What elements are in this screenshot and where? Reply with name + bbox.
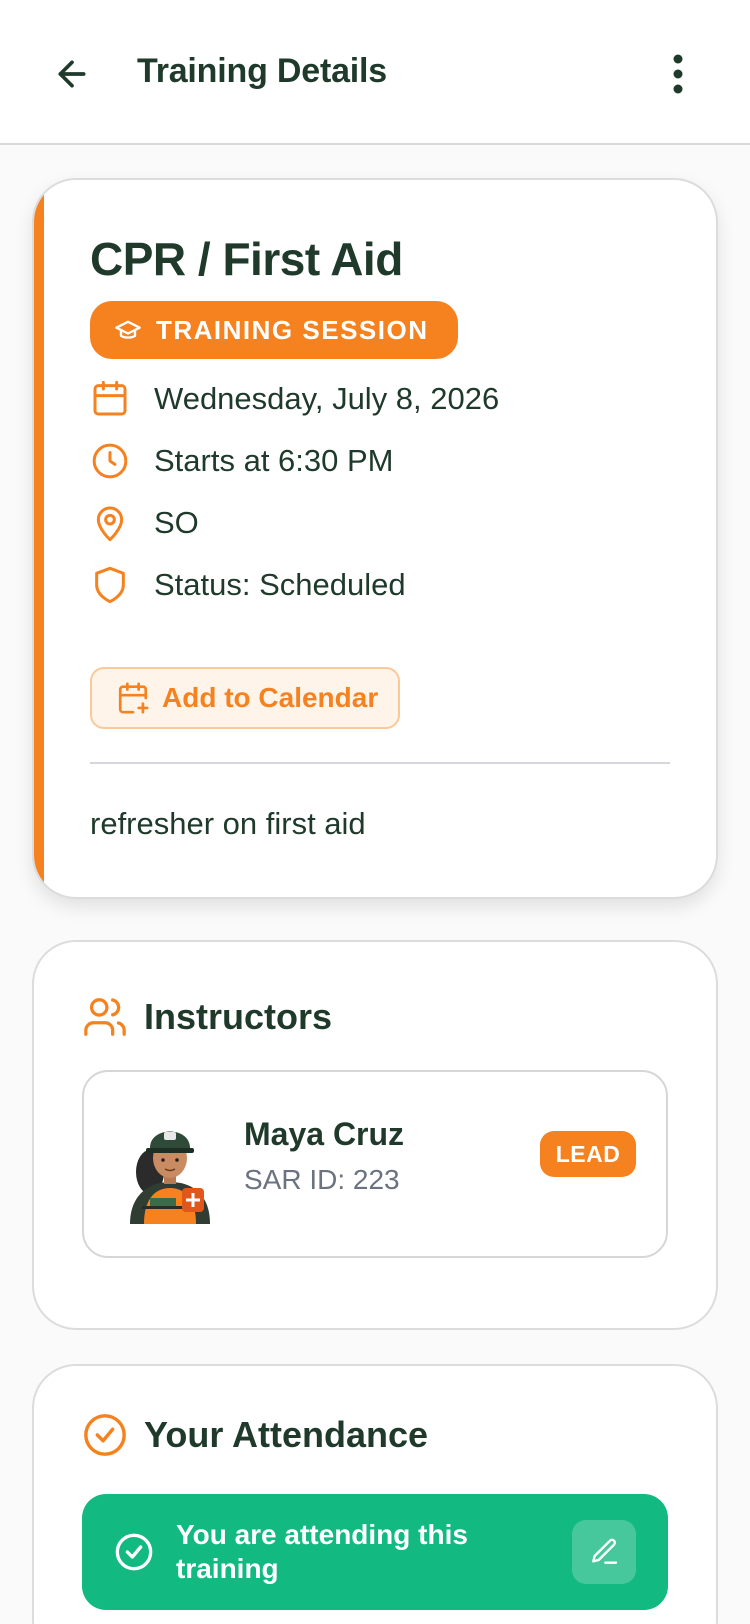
instructors-heading-row: Instructors — [82, 994, 332, 1040]
event-description: refresher on first aid — [90, 806, 366, 841]
event-date-row: Wednesday, July 8, 2026 — [90, 379, 499, 419]
add-to-calendar-label: Add to Calendar — [162, 682, 379, 713]
more-options-button[interactable] — [660, 50, 696, 98]
attendance-status-text: You are attending this training — [176, 1519, 468, 1584]
attendance-status-banner: You are attending this training — [82, 1494, 668, 1610]
attendance-card: Your Attendance You are attending this t… — [32, 1364, 718, 1624]
app-header: Training Details — [0, 0, 750, 145]
users-icon — [82, 994, 128, 1040]
check-circle-icon — [115, 1533, 153, 1571]
calendar-plus-icon — [116, 681, 150, 715]
check-circle-icon — [82, 1412, 128, 1458]
card-accent-bar — [34, 180, 44, 897]
attendance-heading: Your Attendance — [144, 1414, 429, 1455]
clock-icon — [90, 441, 130, 481]
page-title: Training Details — [137, 52, 387, 90]
pencil-icon — [592, 1538, 618, 1564]
instructor-item[interactable]: Maya Cruz SAR ID: 223 LEAD — [82, 1070, 668, 1258]
event-time: Starts at 6:30 PM — [154, 443, 394, 478]
instructors-heading: Instructors — [144, 996, 333, 1037]
map-pin-icon — [90, 503, 130, 543]
event-status-row: Status: Scheduled — [90, 565, 406, 605]
event-date: Wednesday, July 8, 2026 — [154, 381, 500, 416]
back-button[interactable] — [48, 50, 96, 98]
event-time-row: Starts at 6:30 PM — [90, 441, 394, 481]
event-details-card: CPR / First Aid TRAINING SESSION Wednesd… — [32, 178, 718, 899]
instructor-role-badge: LEAD — [540, 1131, 636, 1177]
calendar-icon — [90, 379, 130, 419]
event-status: Status: Scheduled — [154, 567, 406, 602]
arrow-left-icon — [58, 60, 86, 88]
graduation-cap-icon — [114, 316, 142, 344]
instructors-card: Instructors Maya Cruz SAR ID: 223 LEAD — [32, 940, 718, 1330]
divider — [90, 762, 670, 764]
edit-attendance-button[interactable] — [572, 1520, 636, 1584]
attendance-heading-row: Your Attendance — [82, 1412, 428, 1458]
event-title: CPR / First Aid — [90, 233, 403, 285]
event-location-row: SO — [90, 503, 199, 543]
shield-icon — [90, 565, 130, 605]
event-type-badge: TRAINING SESSION — [90, 301, 458, 359]
instructor-sar-id: SAR ID: 223 — [244, 1164, 400, 1195]
more-vertical-icon — [673, 54, 683, 94]
add-to-calendar-button[interactable]: Add to Calendar — [90, 667, 400, 729]
instructor-name: Maya Cruz — [244, 1116, 405, 1152]
instructor-avatar — [130, 1131, 210, 1224]
event-location: SO — [154, 505, 199, 540]
event-type-label: TRAINING SESSION — [156, 314, 429, 345]
